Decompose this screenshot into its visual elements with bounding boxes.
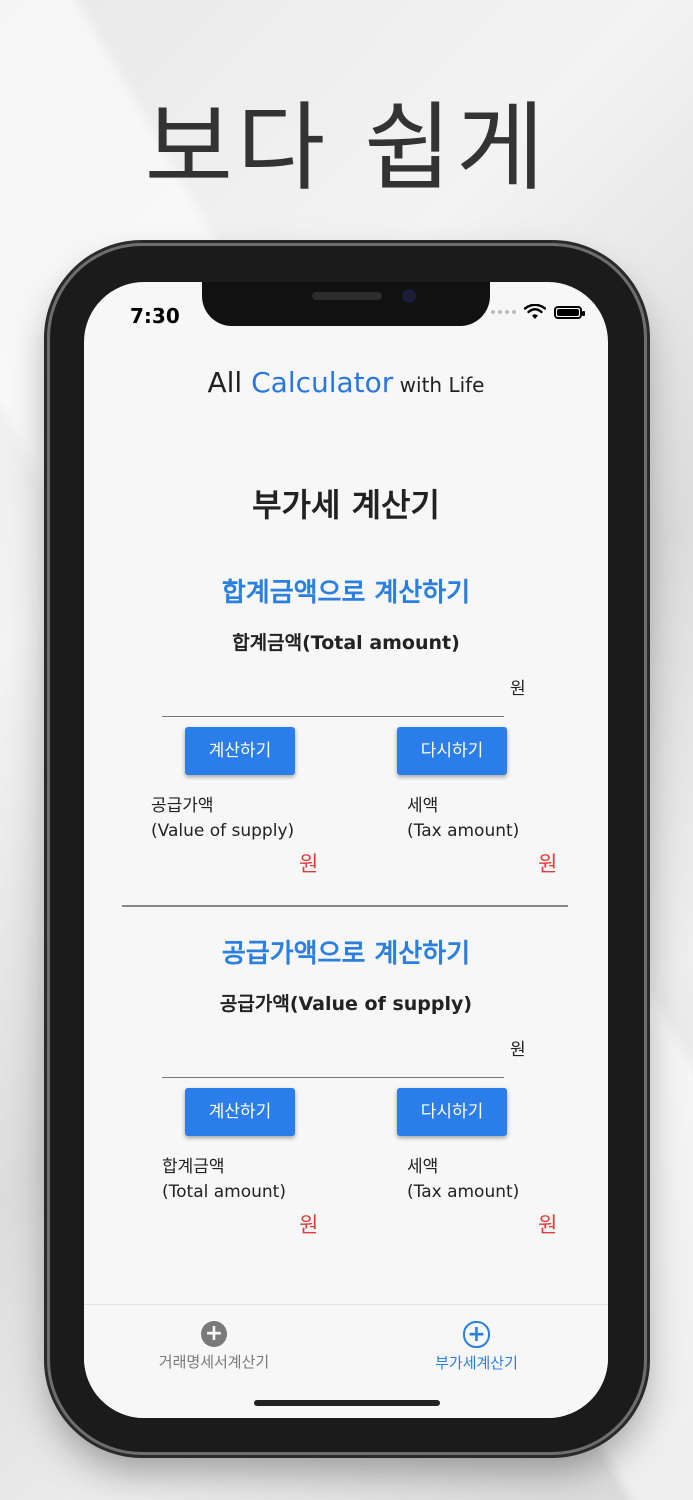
supply-value-unit: 원 (510, 1040, 526, 1060)
front-camera (402, 289, 416, 303)
result-label-total: 합계금액 (Total amount) (162, 1155, 286, 1205)
page-title: 부가세 계산기 (252, 486, 440, 524)
result-label-tax-2: 세액 (Tax amount) (407, 1155, 519, 1205)
result-label-tax: 세액 (Tax amount) (407, 794, 519, 844)
app-title: All Calculator with Life (84, 366, 608, 399)
home-indicator (254, 1400, 440, 1406)
reset-button-supply[interactable]: 다시하기 (397, 1088, 507, 1136)
result-label-tax-en: (Tax amount) (407, 821, 520, 841)
total-amount-underline (162, 716, 504, 717)
status-icons (491, 304, 585, 320)
result-supply-unit: 원 (299, 852, 319, 876)
app-title-calculator: Calculator (251, 366, 394, 399)
tab-vat-calculator-label: 부가세계산기 (435, 1354, 518, 1372)
total-amount-input[interactable] (162, 678, 508, 714)
result-label-supply-en: (Value of supply) (151, 821, 295, 841)
add-circle-outline-icon: + (463, 1321, 490, 1348)
field-label-total: 합계금액(Total amount) (232, 632, 460, 654)
result-label-tax-2-en: (Tax amount) (407, 1182, 520, 1202)
app-title-all: All (207, 366, 252, 399)
supply-value-underline (162, 1077, 504, 1078)
calculate-button-supply[interactable]: 계산하기 (185, 1088, 295, 1136)
result-total-unit: 원 (299, 1213, 319, 1237)
result-tax-unit: 원 (538, 852, 558, 876)
signal-icon (491, 310, 516, 314)
section-title-total: 합계금액으로 계산하기 (221, 578, 471, 608)
phone-screen: 7:30 All Calculator with Life 부가세 계산기 합계… (84, 282, 608, 1418)
total-amount-unit: 원 (510, 679, 526, 699)
wifi-icon (524, 304, 546, 319)
supply-value-input[interactable] (162, 1039, 508, 1075)
app-title-with-life: with Life (393, 373, 485, 397)
section-title-supply: 공급가액으로 계산하기 (221, 939, 471, 969)
result-label-total-en: (Total amount) (162, 1182, 286, 1202)
section-divider (122, 905, 568, 907)
add-circle-filled-icon: + (201, 1321, 227, 1347)
tab-invoice-calculator[interactable]: + 거래명세서계산기 (144, 1321, 284, 1372)
tab-vat-calculator[interactable]: + 부가세계산기 (414, 1321, 539, 1373)
result-label-tax-ko: 세액 (407, 796, 439, 816)
notch (202, 282, 490, 326)
result-label-supply: 공급가액 (Value of supply) (151, 794, 294, 844)
result-label-tax-2-ko: 세액 (407, 1157, 439, 1177)
calculate-button-total[interactable]: 계산하기 (185, 727, 295, 775)
reset-button-total[interactable]: 다시하기 (397, 727, 507, 775)
battery-icon (554, 305, 585, 319)
field-label-supply: 공급가액(Value of supply) (219, 993, 473, 1015)
result-label-total-ko: 합계금액 (162, 1157, 225, 1177)
tab-invoice-calculator-label: 거래명세서계산기 (158, 1353, 270, 1371)
speaker-grille (312, 292, 382, 300)
headline: 보다 쉽게 (144, 92, 549, 204)
result-label-supply-ko: 공급가액 (151, 796, 214, 816)
status-time: 7:30 (130, 304, 180, 328)
result-tax-2-unit: 원 (538, 1213, 558, 1237)
